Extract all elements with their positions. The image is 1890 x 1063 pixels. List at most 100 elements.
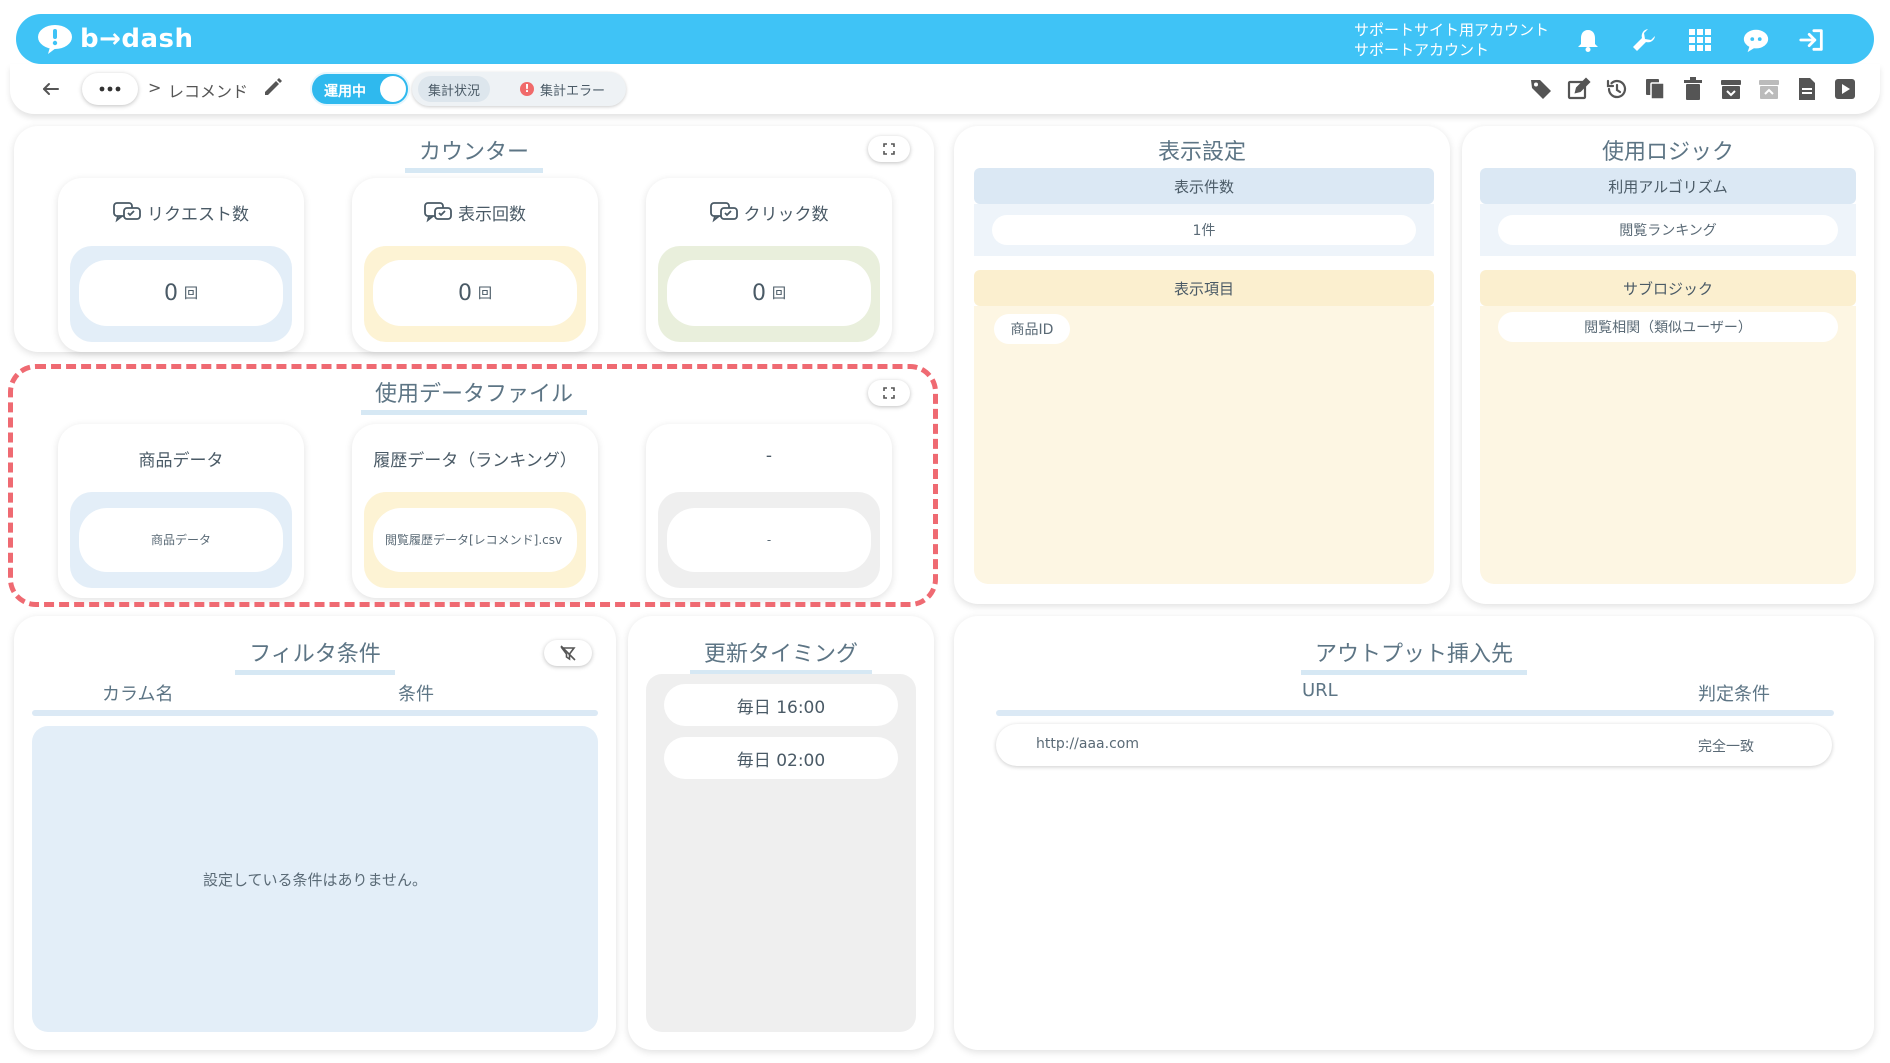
expand-counter-button[interactable]	[868, 136, 910, 162]
run-status-label: 運用中	[324, 84, 366, 100]
archive-icon[interactable]	[1718, 76, 1744, 102]
display-item[interactable]: 商品ID	[994, 314, 1070, 344]
output-title: アウトプット挿入先	[1300, 636, 1527, 675]
wrench-icon[interactable]	[1630, 26, 1658, 54]
output-row[interactable]: http://aaa.com 完全一致	[996, 724, 1832, 766]
bell-icon[interactable]	[1574, 26, 1602, 54]
history-data-file[interactable]: 閲覧履歴データ[レコメンド].csv	[373, 508, 577, 572]
copy-icon[interactable]	[1642, 76, 1668, 102]
sub-logic-panel: 閲覧相関（類似ユーザー）	[1480, 306, 1856, 584]
top-bar: b→dash サポートサイト用アカウント サポートアカウント	[16, 14, 1874, 64]
impression-count-value: 0	[458, 280, 472, 306]
click-count-value-box: 0回	[667, 260, 871, 326]
edit-icon[interactable]	[1566, 76, 1592, 102]
display-items-header: 表示項目	[974, 270, 1434, 306]
chat-bubble-icon	[709, 201, 738, 222]
logout-icon[interactable]	[1798, 26, 1826, 54]
click-count-unit: 回	[772, 286, 786, 302]
filter-empty-message: 設定している条件はありません。	[32, 726, 598, 1032]
click-count-value: 0	[752, 280, 766, 306]
account-info[interactable]: サポートサイト用アカウント サポートアカウント	[1354, 20, 1549, 60]
product-data-file[interactable]: 商品データ	[79, 508, 283, 572]
click-count-well: 0回	[658, 246, 880, 342]
support-chat-icon[interactable]	[1742, 26, 1770, 54]
impression-count-label: 表示回数	[458, 205, 526, 225]
algorithm-row: 閲覧ランキング	[1480, 204, 1856, 256]
unarchive-icon[interactable]	[1756, 76, 1782, 102]
play-icon[interactable]	[1832, 76, 1858, 102]
logo-text: b→dash	[80, 24, 194, 54]
run-status-toggle[interactable]: 運用中	[310, 72, 410, 106]
filter-title: フィルタ条件	[235, 636, 395, 675]
empty-data-label: -	[765, 446, 773, 466]
filter-column-name-header: カラム名	[102, 684, 174, 705]
algorithm-header: 利用アルゴリズム	[1480, 168, 1856, 204]
breadcrumb-separator: >	[148, 78, 162, 97]
filter-condition-header: 条件	[398, 684, 434, 705]
timing-item[interactable]: 毎日 02:00	[664, 737, 898, 779]
product-data-label: 商品データ	[138, 451, 224, 471]
product-data-well: 商品データ	[70, 492, 292, 588]
breadcrumb-current-page: レコメンド	[168, 82, 249, 101]
error-icon: !	[520, 82, 534, 96]
edit-name-icon[interactable]	[262, 76, 286, 100]
request-count-value-box: 0回	[79, 260, 283, 326]
request-count-value: 0	[164, 280, 178, 306]
logo-bubble-icon	[38, 25, 72, 54]
expand-icon	[883, 143, 895, 155]
history-data-label: 履歴データ（ランキング）	[373, 451, 577, 471]
filter-off-icon	[560, 645, 576, 661]
aggregation-status-group: 集計状況 ! 集計エラー	[412, 72, 626, 106]
expand-icon	[883, 387, 895, 399]
display-count-value[interactable]: 1件	[992, 215, 1416, 245]
display-count-row: 1件	[974, 204, 1434, 256]
empty-data-well: -	[658, 492, 880, 588]
empty-data-card: - -	[646, 424, 892, 598]
request-count-label: リクエスト数	[147, 205, 249, 225]
output-header-rule	[996, 710, 1834, 716]
filter-toggle-button[interactable]	[544, 640, 592, 666]
request-count-card: リクエスト数 0回	[58, 178, 304, 352]
request-count-well: 0回	[70, 246, 292, 342]
history-data-card: 履歴データ（ランキング） 閲覧履歴データ[レコメンド].csv	[352, 424, 598, 598]
app-logo[interactable]: b→dash	[36, 20, 194, 58]
impression-count-well: 0回	[364, 246, 586, 342]
timing-title: 更新タイミング	[689, 636, 872, 675]
account-organization: サポートサイト用アカウント	[1354, 21, 1550, 39]
sub-logic-value[interactable]: 閲覧相関（類似ユーザー）	[1498, 312, 1838, 342]
output-url-header: URL	[1302, 680, 1338, 701]
tag-icon[interactable]	[1528, 76, 1554, 102]
output-condition: 完全一致	[1698, 739, 1754, 755]
logic-card: 使用ロジック 利用アルゴリズム 閲覧ランキング サブロジック 閲覧相関（類似ユー…	[1462, 126, 1874, 604]
trash-icon[interactable]	[1680, 76, 1706, 102]
display-settings-card: 表示設定 表示件数 1件 表示項目 商品ID	[954, 126, 1450, 604]
aggregation-error-label: 集計エラー	[540, 83, 606, 99]
empty-data-file: -	[667, 508, 871, 572]
display-items-panel: 商品ID	[974, 306, 1434, 584]
chat-bubble-icon	[113, 201, 141, 222]
document-icon[interactable]	[1794, 76, 1820, 102]
timing-card: 更新タイミング 毎日 16:00 毎日 02:00	[628, 616, 934, 1050]
toggle-knob	[380, 76, 406, 102]
impression-count-unit: 回	[478, 286, 492, 302]
display-count-header: 表示件数	[974, 168, 1434, 204]
output-condition-header: 判定条件	[1698, 684, 1770, 705]
timing-item[interactable]: 毎日 16:00	[664, 684, 898, 726]
back-button[interactable]	[38, 76, 64, 102]
product-data-card: 商品データ 商品データ	[58, 424, 304, 598]
breadcrumb-more-button[interactable]	[82, 73, 138, 105]
more-dots-icon	[99, 86, 121, 92]
aggregation-status-button[interactable]: 集計状況	[418, 76, 491, 102]
expand-data-files-button[interactable]	[868, 380, 910, 406]
output-card: アウトプット挿入先 URL 判定条件 http://aaa.com 完全一致	[954, 616, 1874, 1050]
algorithm-value[interactable]: 閲覧ランキング	[1498, 215, 1838, 245]
request-count-unit: 回	[184, 286, 198, 302]
impression-count-card: 表示回数 0回	[352, 178, 598, 352]
timing-panel: 毎日 16:00 毎日 02:00	[646, 674, 916, 1032]
sub-logic-header: サブロジック	[1480, 270, 1856, 306]
apps-grid-icon[interactable]	[1686, 26, 1714, 54]
counter-title: カウンター	[404, 134, 543, 173]
chat-bubble-icon	[424, 201, 452, 222]
aggregation-error-button[interactable]: ! 集計エラー	[510, 76, 615, 102]
history-icon[interactable]	[1604, 76, 1630, 102]
